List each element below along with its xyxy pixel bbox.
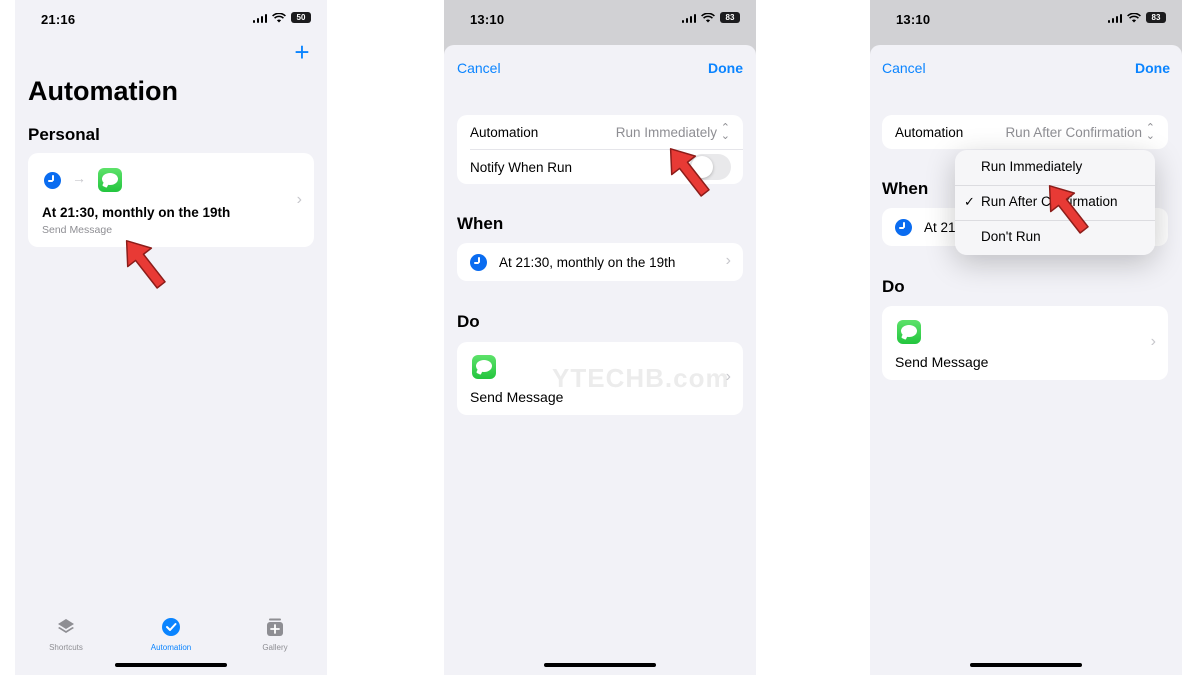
do-action-label: Send Message [470,389,564,405]
up-down-chevron-icon: ⌃ ⌄ [1145,122,1155,142]
automation-mode-value: Run Immediately [615,125,717,140]
menu-item-run-immediately[interactable]: Run Immediately [955,150,1155,185]
home-indicator [544,663,656,667]
wifi-icon [272,12,286,22]
automation-card-title: At 21:30, monthly on the 19th [42,205,231,220]
status-bar: 21:16 50 [15,0,327,40]
tab-bar: Shortcuts Automation Gallery [15,603,327,675]
automation-mode-value: Run After Confirmation [1005,125,1142,140]
cancel-button[interactable]: Cancel [457,60,501,76]
checkmark-circle-icon [162,618,180,636]
battery-indicator: 83 [720,12,740,23]
when-trigger-text: At 21:30, monthly on the 19th [499,255,676,270]
watermark: YTECHB.com [552,363,730,393]
done-button[interactable]: Done [708,60,743,76]
section-title-do: Do [882,277,905,296]
automation-card[interactable]: → At 21:30, monthly on the 19th Send Mes… [28,153,314,247]
phone-automation-list: 21:16 50 + Automation Personal → At 21:3… [15,0,327,675]
status-icons: 83 [1107,12,1166,23]
automation-card-subtitle: Send Message [42,224,113,236]
section-title-do: Do [457,312,480,331]
tab-gallery[interactable]: Gallery [240,617,310,652]
tab-shortcuts[interactable]: Shortcuts [31,617,101,652]
battery-indicator: 83 [1146,12,1166,23]
settings-sheet: Cancel Done Automation Run After Confirm… [870,45,1182,675]
notify-when-run-label: Notify When Run [470,160,573,175]
done-button[interactable]: Done [1135,60,1170,76]
messages-app-icon [98,168,122,192]
section-title-when: When [457,214,504,233]
wifi-icon [1127,12,1141,22]
automation-mode-menu: Run Immediately ✓ Run After Confirmation… [955,150,1155,255]
automation-mode-row[interactable]: Automation Run Immediately ⌃ ⌄ [457,115,743,149]
up-down-chevron-icon: ⌃ ⌄ [720,122,730,142]
phone-automation-menu: 13:10 83 Cancel Done Automation Run Afte… [870,0,1182,675]
menu-item-dont-run[interactable]: Don't Run [955,220,1155,255]
page-title: Automation [28,76,178,106]
menu-item-label: Run After Confirmation [981,194,1118,209]
arrow-right-icon: → [72,170,86,186]
tab-label: Gallery [262,643,288,652]
status-time: 21:16 [41,12,76,27]
cellular-signal-icon [1107,13,1122,23]
clock-icon [470,254,487,271]
messages-app-icon [897,320,921,344]
status-bar: 13:10 83 [870,0,1182,40]
menu-item-run-after-confirmation[interactable]: ✓ Run After Confirmation [955,185,1155,220]
add-automation-button[interactable]: + [291,39,313,65]
tab-label: Shortcuts [49,643,83,652]
cancel-button[interactable]: Cancel [882,60,926,76]
menu-item-label: Run Immediately [981,159,1083,174]
status-time: 13:10 [896,12,931,27]
status-bar: 13:10 83 [444,0,756,40]
messages-app-icon [472,355,496,379]
status-time: 13:10 [470,12,505,27]
when-trigger-row[interactable]: At 21:30, monthly on the 19th › [457,243,743,281]
automation-mode-label: Automation [470,125,539,140]
notify-when-run-toggle[interactable] [689,154,731,180]
checkmark-icon: ✓ [964,194,975,209]
tab-label: Automation [150,643,192,652]
cellular-signal-icon [681,13,696,23]
automation-mode-label: Automation [895,125,964,140]
wifi-icon [701,12,715,22]
clock-icon [895,219,912,236]
chevron-right-icon: › [725,252,731,269]
menu-item-label: Don't Run [981,229,1041,244]
row-divider [470,149,743,150]
battery-indicator: 50 [291,12,311,23]
home-indicator [115,663,227,667]
chevron-right-icon: › [296,191,302,208]
chevron-right-icon: › [1150,333,1156,350]
section-title-personal: Personal [28,125,100,144]
cellular-signal-icon [252,13,267,23]
automation-mode-row[interactable]: Automation Run After Confirmation ⌃ ⌄ [882,115,1168,149]
do-action-label: Send Message [895,354,989,370]
settings-sheet: Cancel Done Automation Run Immediately ⌃… [444,45,756,675]
status-icons: 50 [252,12,311,23]
automation-options-card: Automation Run Immediately ⌃ ⌄ Notify Whe… [457,115,743,184]
gallery-icon [267,618,283,636]
status-icons: 83 [681,12,740,23]
section-title-when: When [882,179,929,198]
clock-icon [44,172,61,189]
tab-automation[interactable]: Automation [136,617,206,652]
phone-automation-settings: 13:10 83 Cancel Done Automation Run Imme… [444,0,756,675]
do-action-row[interactable]: Send Message › [882,306,1168,380]
when-trigger-text: At 21 [924,220,956,235]
layers-icon [58,619,74,633]
home-indicator [970,663,1082,667]
